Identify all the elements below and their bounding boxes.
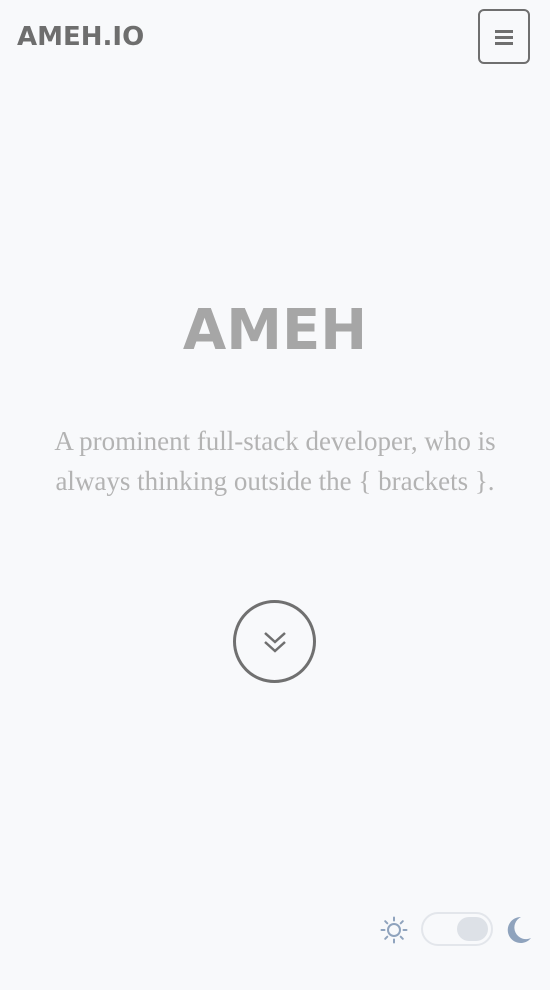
menu-button[interactable] xyxy=(478,9,530,64)
scroll-down-button[interactable] xyxy=(233,600,316,683)
hero-title: AMEH xyxy=(182,298,368,363)
theme-toggle[interactable] xyxy=(421,912,493,946)
sun-icon xyxy=(380,916,408,944)
hamburger-menu-icon xyxy=(495,29,513,45)
hero-subtitle: A prominent full-stack developer, who is… xyxy=(54,426,496,496)
moon-icon xyxy=(507,916,531,943)
double-chevron-down-icon xyxy=(263,631,286,653)
toggle-knob xyxy=(457,917,488,941)
theme-switch xyxy=(380,910,535,950)
brand-logo[interactable]: AMEH.IO xyxy=(17,20,144,54)
